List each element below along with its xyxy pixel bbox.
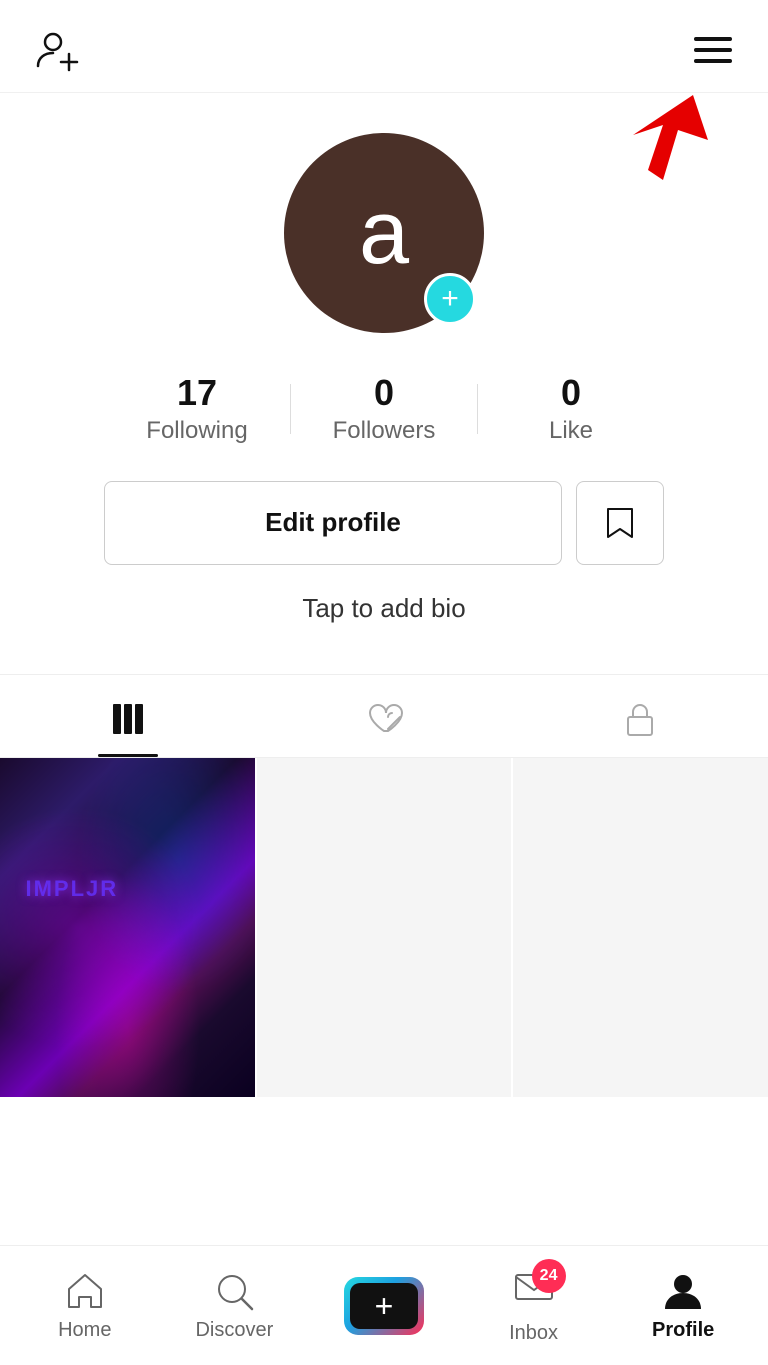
discover-icon bbox=[212, 1269, 256, 1313]
grid-item-2[interactable] bbox=[257, 758, 512, 1098]
likes-stat[interactable]: 0 Like bbox=[478, 373, 664, 445]
create-button-inner: + bbox=[350, 1283, 418, 1329]
following-label: Following bbox=[146, 417, 247, 445]
nav-inbox[interactable]: 24 Inbox bbox=[459, 1267, 609, 1345]
home-icon bbox=[63, 1269, 107, 1313]
hamburger-line-2 bbox=[694, 48, 732, 52]
profile-icon bbox=[661, 1269, 705, 1313]
tab-videos[interactable] bbox=[0, 675, 256, 757]
followers-count: 0 bbox=[374, 373, 394, 413]
nav-home[interactable]: Home bbox=[10, 1269, 160, 1342]
grid-icon bbox=[108, 699, 148, 739]
avatar-letter: a bbox=[359, 182, 409, 285]
action-buttons: Edit profile bbox=[104, 481, 664, 565]
bookmark-icon bbox=[602, 505, 638, 541]
stats-row: 17 Following 0 Followers 0 Like bbox=[104, 373, 664, 445]
likes-label: Like bbox=[549, 417, 593, 445]
bottom-nav: Home Discover + 24 Inbox bbox=[0, 1245, 768, 1365]
nav-home-label: Home bbox=[58, 1319, 111, 1342]
grid-item-1[interactable] bbox=[0, 758, 255, 1098]
inbox-wrapper: 24 bbox=[512, 1267, 556, 1316]
followers-label: Followers bbox=[333, 417, 436, 445]
nav-create[interactable]: + bbox=[309, 1277, 459, 1335]
avatar-container: a + bbox=[284, 133, 484, 333]
keyboard-thumbnail bbox=[0, 758, 255, 1098]
nav-profile-label: Profile bbox=[652, 1319, 714, 1342]
edit-profile-button[interactable]: Edit profile bbox=[104, 481, 562, 565]
bio-placeholder[interactable]: Tap to add bio bbox=[302, 593, 465, 624]
add-friend-button[interactable] bbox=[36, 28, 80, 72]
tab-liked[interactable] bbox=[256, 675, 512, 757]
create-plus-icon: + bbox=[375, 1290, 394, 1322]
nav-profile[interactable]: Profile bbox=[608, 1269, 758, 1342]
bookmark-button[interactable] bbox=[576, 481, 664, 565]
hamburger-menu-button[interactable] bbox=[694, 37, 732, 63]
content-tabs bbox=[0, 674, 768, 758]
add-friend-icon bbox=[36, 28, 80, 72]
grid-item-3[interactable] bbox=[513, 758, 768, 1098]
hamburger-line-3 bbox=[694, 59, 732, 63]
hamburger-line-1 bbox=[694, 37, 732, 41]
following-stat[interactable]: 17 Following bbox=[104, 373, 290, 445]
top-nav bbox=[0, 0, 768, 93]
tab-private[interactable] bbox=[512, 675, 768, 757]
inbox-badge: 24 bbox=[532, 1259, 566, 1293]
likes-count: 0 bbox=[561, 373, 581, 413]
followers-stat[interactable]: 0 Followers bbox=[291, 373, 477, 445]
following-count: 17 bbox=[177, 373, 217, 413]
create-button[interactable]: + bbox=[344, 1277, 424, 1335]
nav-inbox-label: Inbox bbox=[509, 1322, 558, 1345]
liked-icon bbox=[364, 699, 404, 739]
lock-icon bbox=[620, 699, 660, 739]
nav-discover[interactable]: Discover bbox=[160, 1269, 310, 1342]
add-photo-button[interactable]: + bbox=[424, 273, 476, 325]
nav-discover-label: Discover bbox=[195, 1319, 273, 1342]
profile-section: a + 17 Following 0 Followers 0 Like Edit… bbox=[0, 93, 768, 664]
content-grid bbox=[0, 758, 768, 1098]
